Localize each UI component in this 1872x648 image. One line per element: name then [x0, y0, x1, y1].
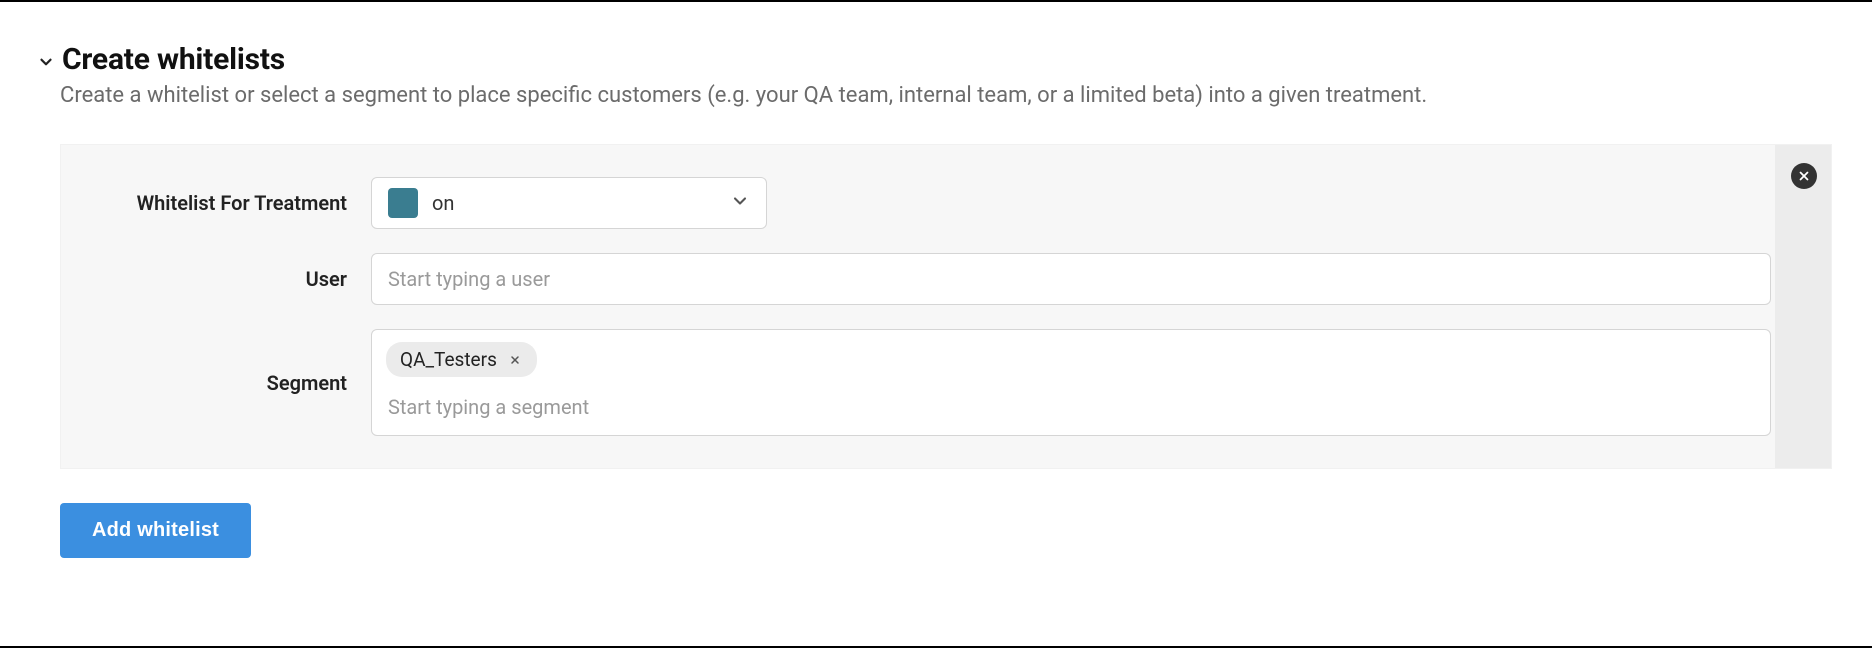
user-input[interactable] [371, 253, 1771, 305]
remove-whitelist-button[interactable] [1791, 163, 1817, 189]
treatment-swatch [388, 188, 418, 218]
segment-tag: QA_Testers [386, 342, 537, 377]
close-icon [1797, 169, 1811, 183]
treatment-label: Whitelist For Treatment [61, 191, 371, 215]
remove-tag-button[interactable] [507, 352, 523, 368]
segment-input-container[interactable]: QA_Testers [371, 329, 1771, 436]
remove-strip [1775, 145, 1831, 468]
user-label: User [61, 267, 371, 291]
create-whitelists-section: Create whitelists Create a whitelist or … [0, 2, 1872, 592]
treatment-select[interactable]: on [371, 177, 767, 229]
segment-tag-label: QA_Testers [400, 348, 497, 371]
segment-row: Segment QA_Testers [61, 329, 1771, 436]
segment-input[interactable] [386, 391, 1756, 423]
section-header: Create whitelists [20, 42, 1832, 77]
segment-tags: QA_Testers [386, 342, 1756, 377]
segment-label: Segment [61, 371, 371, 395]
collapse-toggle[interactable] [36, 52, 56, 72]
chevron-down-icon [730, 191, 750, 215]
section-title: Create whitelists [62, 42, 285, 77]
section-description: Create a whitelist or select a segment t… [20, 83, 1832, 108]
add-whitelist-button[interactable]: Add whitelist [60, 503, 251, 558]
close-icon [509, 354, 521, 366]
chevron-down-icon [37, 53, 55, 71]
treatment-value: on [432, 191, 730, 215]
whitelist-card: Whitelist For Treatment on User Segment [60, 144, 1832, 469]
user-row: User [61, 253, 1771, 305]
treatment-row: Whitelist For Treatment on [61, 177, 1771, 229]
